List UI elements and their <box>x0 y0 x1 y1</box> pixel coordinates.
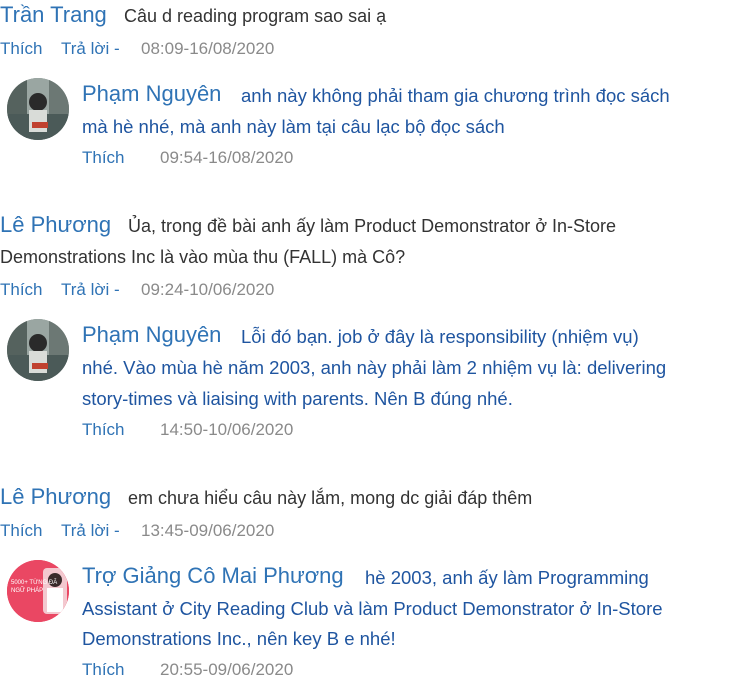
like-button[interactable]: Thích <box>0 39 43 59</box>
reply-timestamp: 09:54-16/08/2020 <box>160 148 294 167</box>
user-avatar[interactable] <box>7 78 69 140</box>
reply-author[interactable]: Phạm Nguyên <box>82 322 221 348</box>
comment-timestamp: 09:24-10/06/2020 <box>141 280 275 299</box>
avatar-logo: 5000+ TỪNG ĐÃ NGỮ PHÁP <box>7 560 69 622</box>
like-button[interactable]: Thích <box>82 660 125 680</box>
reply-author[interactable]: Phạm Nguyên <box>82 81 221 107</box>
like-button[interactable]: Thích <box>0 521 43 541</box>
reply-text-line: Demonstrations Inc., nên key B e nhé! <box>82 628 396 649</box>
comment-author[interactable]: Trần Trang <box>0 2 107 28</box>
reply-timestamp: 20:55-09/06/2020 <box>160 660 294 679</box>
reply-text-line: hè 2003, anh ấy làm Programming <box>365 567 649 588</box>
reply-button[interactable]: Trả lời - <box>61 521 120 541</box>
comment-text-line: Ủa, trong đề bài anh ấy làm Product Demo… <box>128 216 617 236</box>
svg-text:5000+ TỪNG ĐÃ: 5000+ TỪNG ĐÃ <box>11 579 57 586</box>
reply-text-line: Assistant ở City Reading Club và làm Pro… <box>82 598 663 619</box>
avatar-photo <box>7 319 69 381</box>
reply-timestamp: 14:50-10/06/2020 <box>160 420 294 439</box>
like-button[interactable]: Thích <box>82 148 125 168</box>
comment-timestamp: 13:45-09/06/2020 <box>141 521 275 540</box>
avatar-photo <box>7 78 69 140</box>
comment-text: Câu d reading program sao sai ạ <box>124 6 387 26</box>
comment-text-line: Demonstrations Inc là vào mùa thu (FALL)… <box>0 247 406 267</box>
user-avatar[interactable]: 5000+ TỪNG ĐÃ NGỮ PHÁP <box>7 560 69 622</box>
comment-author[interactable]: Lê Phương <box>0 212 111 238</box>
comment-text: em chưa hiểu câu này lắm, mong dc giải đ… <box>128 488 533 508</box>
user-avatar[interactable] <box>7 319 69 381</box>
reply-author[interactable]: Trợ Giảng Cô Mai Phương <box>82 563 344 589</box>
like-button[interactable]: Thích <box>0 280 43 300</box>
reply-text-line: mà hè nhé, mà anh này làm tại câu lạc bộ… <box>82 116 505 137</box>
svg-text:NGỮ PHÁP: NGỮ PHÁP <box>11 587 43 594</box>
reply-text-line: anh này không phải tham gia chương trình… <box>241 85 670 106</box>
like-button[interactable]: Thích <box>82 420 125 440</box>
reply-text-line: story-times và liaising with parents. Nê… <box>82 388 513 409</box>
reply-text-line: Lỗi đó bạn. job ở đây là responsibility … <box>241 326 639 347</box>
comment-timestamp: 08:09-16/08/2020 <box>141 39 275 58</box>
comment-author[interactable]: Lê Phương <box>0 484 111 510</box>
reply-button[interactable]: Trả lời - <box>61 280 120 300</box>
reply-text-line: nhé. Vào mùa hè năm 2003, anh này phải l… <box>82 357 667 378</box>
reply-button[interactable]: Trả lời - <box>61 39 120 59</box>
